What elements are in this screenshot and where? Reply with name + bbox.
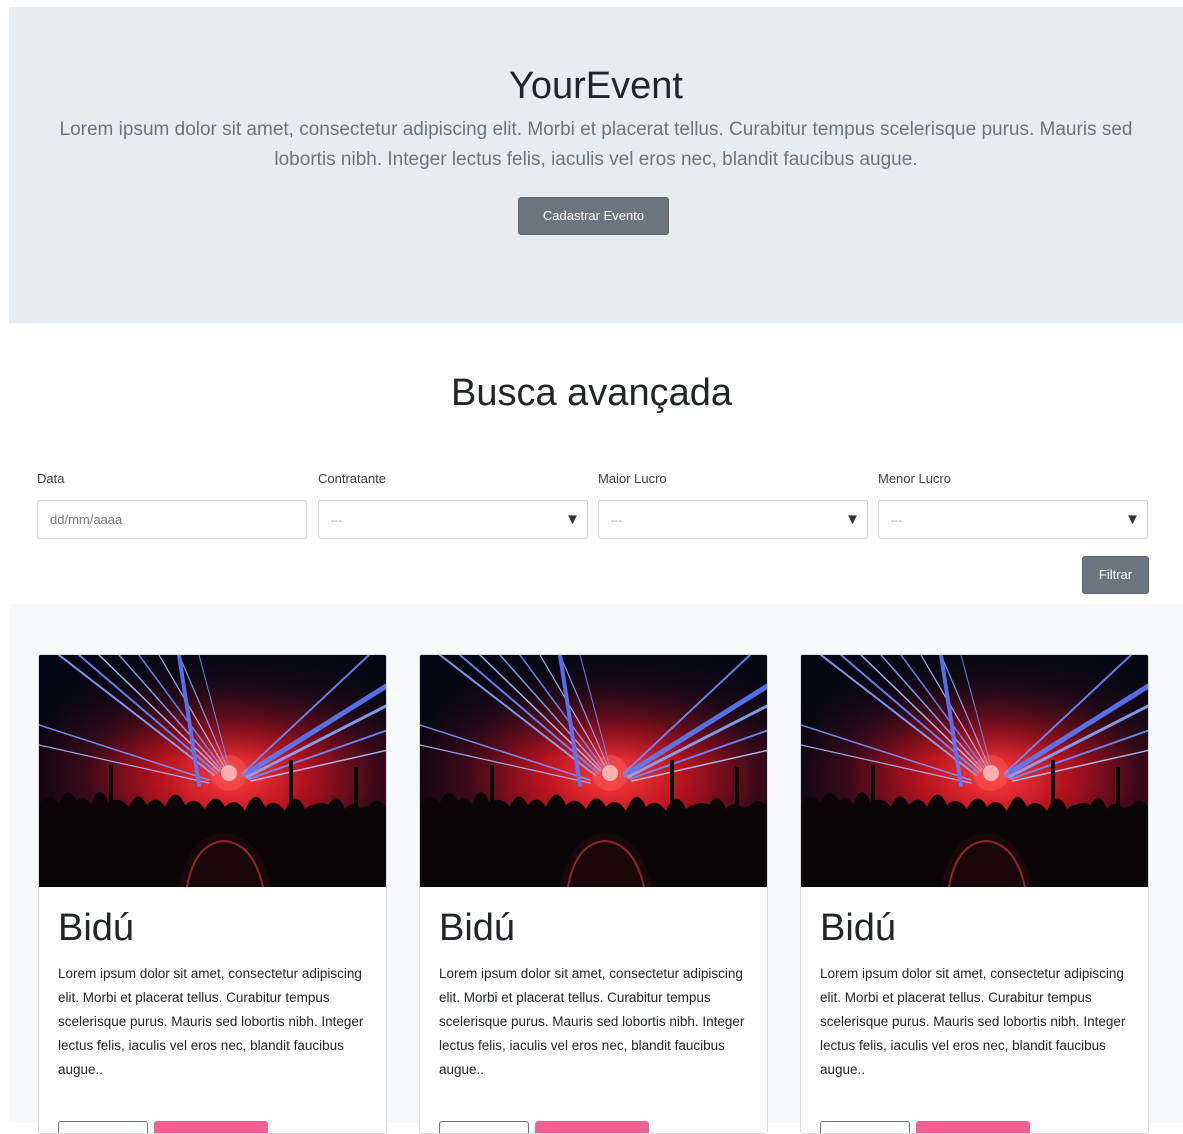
dropdown-arrow-icon: ▼ bbox=[565, 511, 580, 528]
max-profit-select[interactable]: --- ▼ bbox=[598, 500, 868, 539]
hero-banner: YourEvent Lorem ipsum dolor sit amet, co… bbox=[9, 7, 1183, 323]
dropdown-arrow-icon: ▼ bbox=[1125, 511, 1140, 528]
advanced-search-title: Busca avançada bbox=[451, 372, 732, 414]
dropdown-arrow-icon: ▼ bbox=[845, 511, 860, 528]
max-profit-select-value: --- bbox=[611, 515, 622, 527]
site-title: YourEvent bbox=[509, 65, 683, 107]
event-title: Bidú bbox=[820, 907, 897, 949]
filter-button[interactable]: Filtrar bbox=[1082, 556, 1149, 594]
event-image bbox=[39, 655, 386, 887]
date-input[interactable] bbox=[37, 500, 307, 539]
event-title: Bidú bbox=[58, 907, 135, 949]
event-card: Bidú Lorem ipsum dolor sit amet, consect… bbox=[38, 654, 387, 1134]
min-profit-label: Menor Lucro bbox=[878, 471, 951, 486]
min-profit-select-value: --- bbox=[891, 515, 902, 527]
event-image bbox=[801, 655, 1148, 887]
date-label: Data bbox=[37, 471, 65, 486]
register-event-button[interactable]: Cadastrar Evento bbox=[518, 197, 669, 235]
contractor-select-value: --- bbox=[331, 515, 342, 527]
event-description: Lorem ipsum dolor sit amet, consectetur … bbox=[439, 966, 745, 1077]
min-profit-select[interactable]: --- ▼ bbox=[878, 500, 1148, 539]
event-title: Bidú bbox=[439, 907, 516, 949]
hero-description: Lorem ipsum dolor sit amet, consectetur … bbox=[59, 119, 1133, 170]
contractor-label: Contratante bbox=[318, 471, 386, 486]
contractor-select[interactable]: --- ▼ bbox=[318, 500, 588, 539]
event-image bbox=[420, 655, 767, 887]
event-description: Lorem ipsum dolor sit amet, consectetur … bbox=[58, 966, 364, 1077]
event-description: Lorem ipsum dolor sit amet, consectetur … bbox=[820, 966, 1126, 1077]
max-profit-label: Maior Lucro bbox=[598, 471, 667, 486]
event-card: Bidú Lorem ipsum dolor sit amet, consect… bbox=[800, 654, 1149, 1134]
event-card: Bidú Lorem ipsum dolor sit amet, consect… bbox=[419, 654, 768, 1134]
